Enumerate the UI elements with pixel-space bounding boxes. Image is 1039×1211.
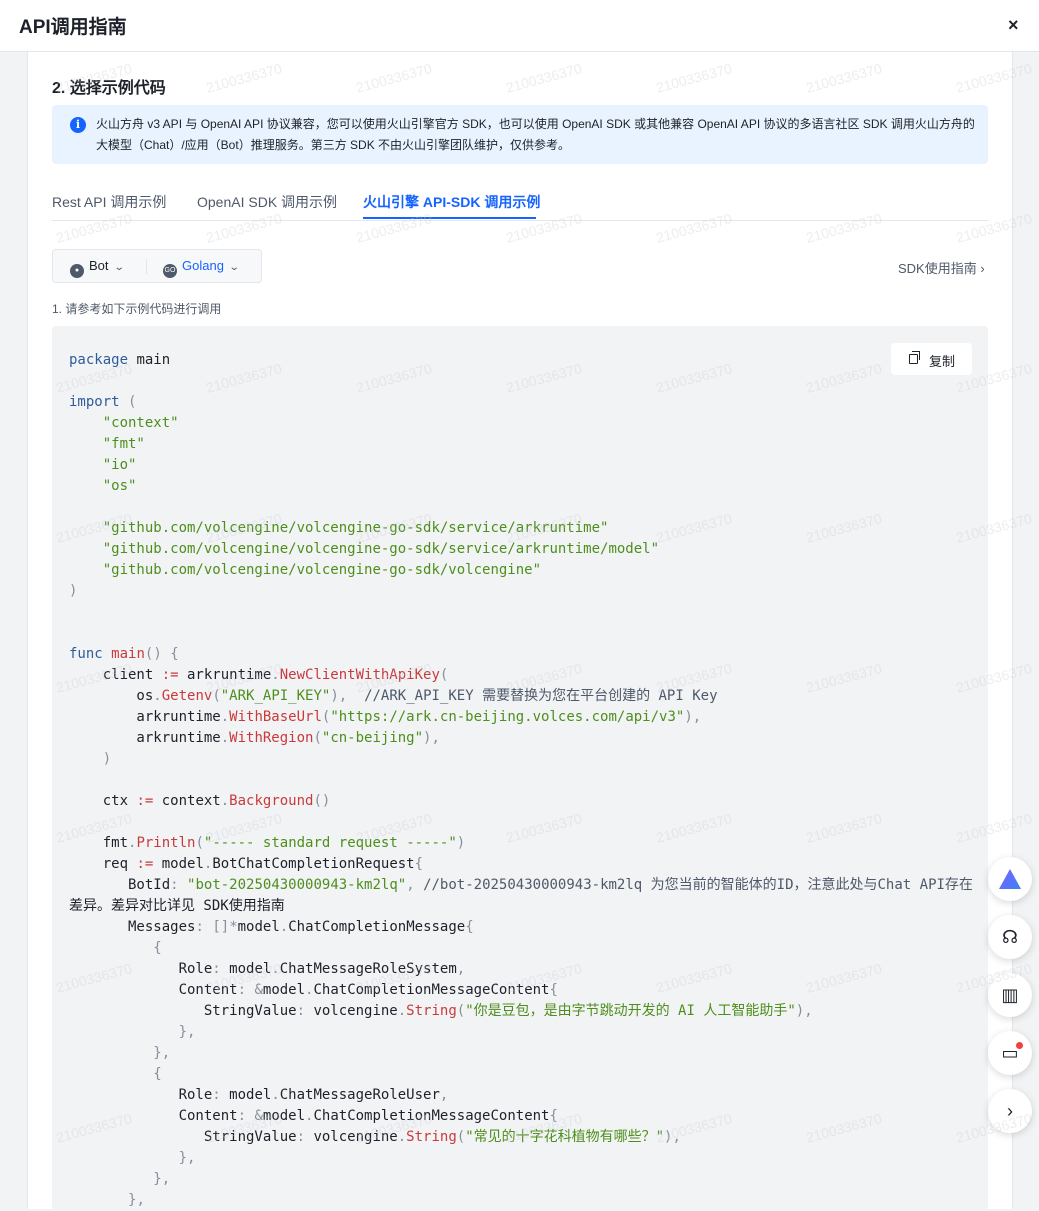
info-icon: i — [70, 117, 86, 133]
docs-book-icon: ▥ — [1001, 985, 1019, 1005]
support-headset-icon: ☊ — [1002, 927, 1018, 947]
sdk-guide-link[interactable]: SDK使用指南 › — [898, 258, 985, 277]
tab-volcengine-sdk[interactable]: 火山引擎 API-SDK 调用示例 — [363, 192, 540, 212]
bot-type-select[interactable]: ● Bot ⌄ — [70, 258, 125, 278]
ai-assistant-button[interactable] — [988, 857, 1032, 901]
notification-badge — [1016, 1042, 1023, 1049]
language-select[interactable]: GO Golang ⌄ — [163, 258, 240, 278]
example-selector: ● Bot ⌄ GO Golang ⌄ — [52, 249, 262, 283]
chevron-down-icon: ⌄ — [228, 262, 240, 273]
step-instruction: 1. 请参考如下示例代码进行调用 — [52, 302, 222, 316]
chevron-right-icon: › — [980, 261, 985, 276]
notice-text: 火山方舟 v3 API 与 OpenAI API 协议兼容，您可以使用火山引擎官… — [96, 117, 975, 152]
dialog-title: API调用指南 — [19, 17, 127, 38]
code-content[interactable]: package main import ( "context" "fmt" "i… — [69, 350, 979, 1211]
dialog-header: API调用指南 × — [0, 0, 1039, 52]
notice-banner: i 火山方舟 v3 API 与 OpenAI API 协议兼容，您可以使用火山引… — [52, 105, 988, 164]
docs-button[interactable]: ▥ — [988, 973, 1032, 1017]
bot-icon: ● — [70, 264, 84, 278]
section-title: 2. 选择示例代码 — [52, 80, 166, 97]
tab-rest-api[interactable]: Rest API 调用示例 — [52, 192, 166, 212]
tab-openai-sdk[interactable]: OpenAI SDK 调用示例 — [197, 192, 337, 212]
chevron-right-icon: › — [1007, 1101, 1013, 1121]
sdk-guide-label: SDK使用指南 — [898, 261, 977, 276]
example-tabs: Rest API 调用示例 OpenAI SDK 调用示例 火山引擎 API-S… — [52, 186, 988, 221]
close-icon[interactable]: × — [1008, 14, 1019, 36]
support-button[interactable]: ☊ — [988, 915, 1032, 959]
feedback-button[interactable]: ▭ — [988, 1031, 1032, 1075]
go-icon: GO — [163, 264, 177, 278]
ai-assistant-icon — [999, 869, 1021, 889]
bot-type-value: Bot — [89, 258, 109, 273]
language-value: Golang — [182, 258, 224, 273]
active-tab-indicator — [363, 217, 536, 219]
chevron-down-icon: ⌄ — [113, 262, 125, 273]
expand-button[interactable]: › — [988, 1089, 1032, 1133]
selector-divider — [146, 259, 147, 274]
